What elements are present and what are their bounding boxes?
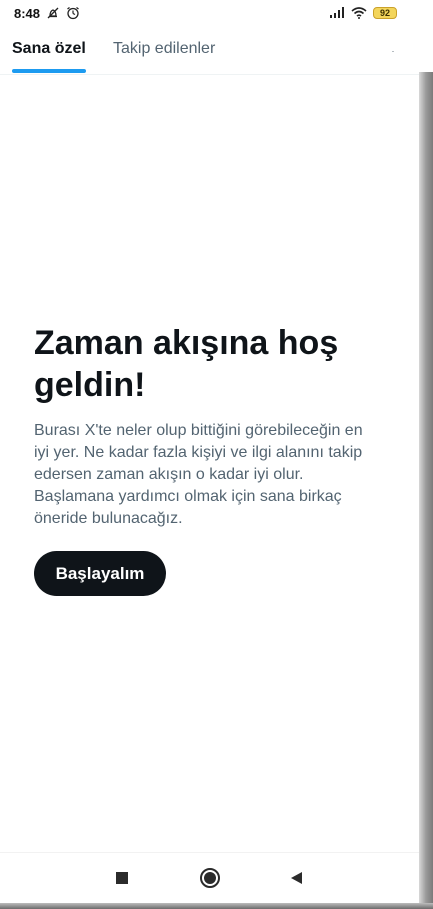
screen: 8:48 92 Sana özel Takip edilenler Zaman … (0, 0, 433, 909)
wifi-icon (351, 7, 367, 19)
timeline-tabs: Sana özel Takip edilenler (0, 30, 419, 75)
tab-following[interactable]: Takip edilenler (113, 40, 215, 58)
bottom-shadow (0, 903, 433, 909)
battery-icon: 92 (373, 7, 397, 19)
alarm-icon (66, 6, 80, 20)
status-right: 92 (329, 7, 397, 19)
signal-icon (329, 7, 345, 19)
tab-overflow-mark (392, 51, 394, 52)
status-left: 8:48 (14, 6, 80, 21)
edge-shadow (419, 0, 433, 909)
active-tab-indicator (12, 69, 86, 73)
tab-for-you[interactable]: Sana özel (12, 40, 86, 58)
system-nav-bar (0, 852, 419, 903)
status-bar: 8:48 92 (0, 0, 419, 26)
home-icon[interactable] (198, 866, 222, 890)
do-not-disturb-icon (46, 6, 60, 20)
back-icon[interactable] (284, 866, 308, 890)
recents-icon[interactable] (110, 866, 134, 890)
welcome-description: Burası X'te neler olup bittiğini görebil… (34, 422, 363, 527)
get-started-button[interactable]: Başlayalım (34, 551, 166, 596)
status-time: 8:48 (14, 5, 41, 21)
welcome-section: Zaman akışına hoş geldin! Burası X'te ne… (34, 322, 374, 530)
edge-shadow-top (419, 0, 433, 72)
welcome-title: Zaman akışına hoş geldin! (34, 324, 339, 404)
